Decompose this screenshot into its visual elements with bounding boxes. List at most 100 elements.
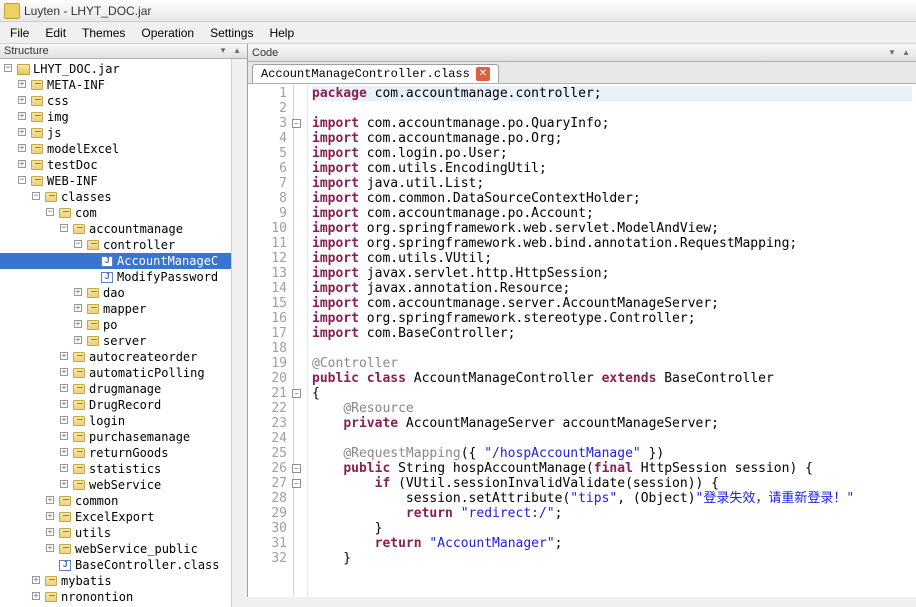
tree-node[interactable]: +js	[0, 125, 231, 141]
menu-help[interactable]: Help	[261, 24, 302, 42]
code-line[interactable]: @Controller	[312, 356, 912, 371]
collapse-icon[interactable]: −	[16, 175, 28, 187]
tree-node[interactable]: −com	[0, 205, 231, 221]
expand-icon[interactable]: +	[16, 127, 28, 139]
expand-icon[interactable]: +	[44, 495, 56, 507]
tree-node[interactable]: +returnGoods	[0, 445, 231, 461]
panel-close-icon[interactable]: ▴	[900, 47, 912, 59]
tree-node[interactable]: +ExcelExport	[0, 509, 231, 525]
code-line[interactable]: @RequestMapping({ "/hospAccountManage" }…	[312, 446, 912, 461]
tree-node[interactable]: −controller	[0, 237, 231, 253]
code-line[interactable]: import org.springframework.web.bind.anno…	[312, 236, 912, 251]
expand-icon[interactable]: +	[58, 463, 70, 475]
code-line[interactable]	[312, 341, 912, 356]
code-line[interactable]	[312, 431, 912, 446]
close-icon[interactable]: ✕	[476, 67, 490, 81]
expand-icon[interactable]: +	[16, 143, 28, 155]
tree-node[interactable]: +DrugRecord	[0, 397, 231, 413]
tree-node[interactable]: +login	[0, 413, 231, 429]
structure-tree[interactable]: −LHYT_DOC.jar+META-INF+css+img+js+modelE…	[0, 59, 231, 607]
code-line[interactable]: return "redirect:/";	[312, 506, 912, 521]
expand-icon[interactable]: +	[72, 287, 84, 299]
code-line[interactable]: package com.accountmanage.controller;	[312, 86, 912, 101]
code-line[interactable]: }	[312, 521, 912, 536]
editor-tab[interactable]: AccountManageController.class ✕	[252, 64, 499, 83]
collapse-icon[interactable]: −	[44, 207, 56, 219]
code-line[interactable]: session.setAttribute("tips", (Object)"登录…	[312, 491, 912, 506]
tree-node[interactable]: +img	[0, 109, 231, 125]
code-line[interactable]: import com.accountmanage.po.Org;	[312, 131, 912, 146]
expand-icon[interactable]: +	[16, 95, 28, 107]
tree-node[interactable]: −WEB-INF	[0, 173, 231, 189]
tree-node[interactable]: +webService_public	[0, 541, 231, 557]
fold-icon[interactable]: −	[292, 479, 301, 488]
code-line[interactable]: public String hospAccountManage(final Ht…	[312, 461, 912, 476]
code-line[interactable]: import java.util.List;	[312, 176, 912, 191]
menu-themes[interactable]: Themes	[74, 24, 133, 42]
code-line[interactable]: import javax.servlet.http.HttpSession;	[312, 266, 912, 281]
expand-icon[interactable]: +	[58, 399, 70, 411]
collapse-icon[interactable]: −	[2, 63, 14, 75]
tree-node[interactable]: +automaticPolling	[0, 365, 231, 381]
tree-node[interactable]: −accountmanage	[0, 221, 231, 237]
expand-icon[interactable]: +	[72, 303, 84, 315]
menu-settings[interactable]: Settings	[202, 24, 261, 42]
tree-node[interactable]: +mybatis	[0, 573, 231, 589]
code-line[interactable]: import com.utils.EncodingUtil;	[312, 161, 912, 176]
expand-icon[interactable]: +	[58, 479, 70, 491]
tree-node[interactable]: +purchasemanage	[0, 429, 231, 445]
tree-node[interactable]: BaseController.class	[0, 557, 231, 573]
expand-icon[interactable]: +	[58, 367, 70, 379]
tree-node[interactable]: +META-INF	[0, 77, 231, 93]
expand-icon[interactable]: +	[58, 383, 70, 395]
expand-icon[interactable]: +	[58, 351, 70, 363]
tree-node[interactable]: +statistics	[0, 461, 231, 477]
tree-node[interactable]: +modelExcel	[0, 141, 231, 157]
tree-node[interactable]: +webService	[0, 477, 231, 493]
code-line[interactable]: import com.BaseController;	[312, 326, 912, 341]
source-text[interactable]: package com.accountmanage.controller; imp…	[308, 84, 916, 597]
tree-node[interactable]: +utils	[0, 525, 231, 541]
code-line[interactable]: @Resource	[312, 401, 912, 416]
menu-operation[interactable]: Operation	[133, 24, 202, 42]
code-line[interactable]: import com.utils.VUtil;	[312, 251, 912, 266]
tree-node[interactable]: −classes	[0, 189, 231, 205]
panel-min-icon[interactable]: ▾	[217, 45, 229, 57]
expand-icon[interactable]: +	[44, 527, 56, 539]
fold-icon[interactable]: −	[292, 119, 301, 128]
panel-min-icon[interactable]: ▾	[886, 47, 898, 59]
expand-icon[interactable]: +	[72, 335, 84, 347]
tree-node[interactable]: +mapper	[0, 301, 231, 317]
code-line[interactable]: if (VUtil.sessionInvalidValidate(session…	[312, 476, 912, 491]
menu-file[interactable]: File	[2, 24, 37, 42]
code-line[interactable]: public class AccountManageController ext…	[312, 371, 912, 386]
code-line[interactable]	[312, 101, 912, 116]
tree-node[interactable]: +testDoc	[0, 157, 231, 173]
code-line[interactable]: import com.common.DataSourceContextHolde…	[312, 191, 912, 206]
expand-icon[interactable]: +	[16, 79, 28, 91]
tree-node[interactable]: ModifyPassword	[0, 269, 231, 285]
code-line[interactable]: import org.springframework.stereotype.Co…	[312, 311, 912, 326]
code-line[interactable]: import com.accountmanage.server.AccountM…	[312, 296, 912, 311]
code-line[interactable]: import com.accountmanage.po.QuaryInfo;	[312, 116, 912, 131]
tree-node[interactable]: +autocreateorder	[0, 349, 231, 365]
expand-icon[interactable]: +	[44, 543, 56, 555]
tree-node[interactable]: +dao	[0, 285, 231, 301]
expand-icon[interactable]: +	[58, 431, 70, 443]
code-editor[interactable]: 123−456789101112131415161718192021−22232…	[248, 84, 916, 597]
expand-icon[interactable]: +	[72, 319, 84, 331]
code-line[interactable]: import javax.annotation.Resource;	[312, 281, 912, 296]
collapse-icon[interactable]: −	[30, 191, 42, 203]
code-line[interactable]: {	[312, 386, 912, 401]
tree-scrollbar[interactable]	[231, 59, 247, 607]
tree-node[interactable]: +po	[0, 317, 231, 333]
tree-node[interactable]: +common	[0, 493, 231, 509]
code-line[interactable]: private AccountManageServer accountManag…	[312, 416, 912, 431]
expand-icon[interactable]: +	[30, 591, 42, 603]
code-line[interactable]: import com.login.po.User;	[312, 146, 912, 161]
collapse-icon[interactable]: −	[72, 239, 84, 251]
tree-node[interactable]: +drugmanage	[0, 381, 231, 397]
fold-icon[interactable]: −	[292, 389, 301, 398]
tree-node[interactable]: −LHYT_DOC.jar	[0, 61, 231, 77]
tree-node[interactable]: +server	[0, 333, 231, 349]
